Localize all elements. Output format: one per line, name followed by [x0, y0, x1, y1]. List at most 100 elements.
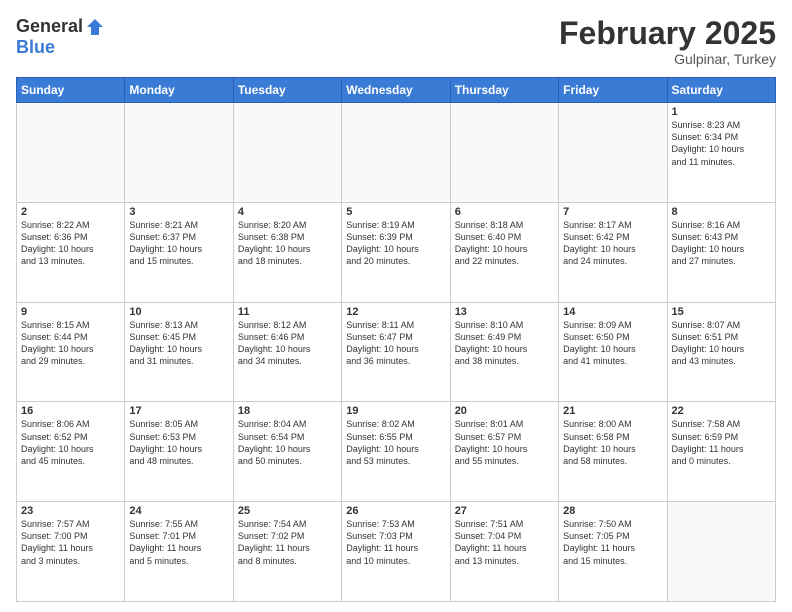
- header-friday: Friday: [559, 78, 667, 103]
- day-number: 10: [129, 306, 228, 318]
- day-info: Sunrise: 8:01 AM Sunset: 6:57 PM Dayligh…: [455, 418, 554, 467]
- calendar-cell: 12Sunrise: 8:11 AM Sunset: 6:47 PM Dayli…: [342, 302, 450, 402]
- calendar-header-row: SundayMondayTuesdayWednesdayThursdayFrid…: [17, 78, 776, 103]
- day-info: Sunrise: 8:17 AM Sunset: 6:42 PM Dayligh…: [563, 219, 662, 268]
- day-number: 25: [238, 505, 337, 517]
- day-info: Sunrise: 8:16 AM Sunset: 6:43 PM Dayligh…: [672, 219, 771, 268]
- day-info: Sunrise: 8:00 AM Sunset: 6:58 PM Dayligh…: [563, 418, 662, 467]
- calendar-cell: 1Sunrise: 8:23 AM Sunset: 6:34 PM Daylig…: [667, 103, 775, 203]
- day-number: 3: [129, 206, 228, 218]
- day-info: Sunrise: 8:07 AM Sunset: 6:51 PM Dayligh…: [672, 319, 771, 368]
- day-number: 24: [129, 505, 228, 517]
- logo-general-text: General: [16, 16, 83, 37]
- calendar-cell: 20Sunrise: 8:01 AM Sunset: 6:57 PM Dayli…: [450, 402, 558, 502]
- day-number: 8: [672, 206, 771, 218]
- day-number: 23: [21, 505, 120, 517]
- calendar-subtitle: Gulpinar, Turkey: [559, 51, 776, 67]
- calendar-cell: 17Sunrise: 8:05 AM Sunset: 6:53 PM Dayli…: [125, 402, 233, 502]
- header-wednesday: Wednesday: [342, 78, 450, 103]
- calendar-cell: [559, 103, 667, 203]
- calendar-cell: [233, 103, 341, 203]
- calendar-cell: 15Sunrise: 8:07 AM Sunset: 6:51 PM Dayli…: [667, 302, 775, 402]
- day-number: 19: [346, 405, 445, 417]
- day-info: Sunrise: 8:12 AM Sunset: 6:46 PM Dayligh…: [238, 319, 337, 368]
- day-number: 1: [672, 106, 771, 118]
- day-info: Sunrise: 8:04 AM Sunset: 6:54 PM Dayligh…: [238, 418, 337, 467]
- header-sunday: Sunday: [17, 78, 125, 103]
- day-number: 12: [346, 306, 445, 318]
- day-info: Sunrise: 8:15 AM Sunset: 6:44 PM Dayligh…: [21, 319, 120, 368]
- day-number: 7: [563, 206, 662, 218]
- calendar-cell: 23Sunrise: 7:57 AM Sunset: 7:00 PM Dayli…: [17, 502, 125, 602]
- day-number: 5: [346, 206, 445, 218]
- calendar-cell: 21Sunrise: 8:00 AM Sunset: 6:58 PM Dayli…: [559, 402, 667, 502]
- day-number: 20: [455, 405, 554, 417]
- day-info: Sunrise: 7:50 AM Sunset: 7:05 PM Dayligh…: [563, 518, 662, 567]
- page: General Blue February 2025 Gulpinar, Tur…: [0, 0, 792, 612]
- day-info: Sunrise: 8:10 AM Sunset: 6:49 PM Dayligh…: [455, 319, 554, 368]
- day-number: 22: [672, 405, 771, 417]
- calendar-cell: 11Sunrise: 8:12 AM Sunset: 6:46 PM Dayli…: [233, 302, 341, 402]
- day-info: Sunrise: 8:22 AM Sunset: 6:36 PM Dayligh…: [21, 219, 120, 268]
- calendar-cell: 9Sunrise: 8:15 AM Sunset: 6:44 PM Daylig…: [17, 302, 125, 402]
- header-thursday: Thursday: [450, 78, 558, 103]
- day-number: 2: [21, 206, 120, 218]
- calendar-cell: [450, 103, 558, 203]
- day-number: 14: [563, 306, 662, 318]
- week-row-2: 2Sunrise: 8:22 AM Sunset: 6:36 PM Daylig…: [17, 202, 776, 302]
- logo: General Blue: [16, 16, 105, 58]
- calendar-cell: 27Sunrise: 7:51 AM Sunset: 7:04 PM Dayli…: [450, 502, 558, 602]
- week-row-1: 1Sunrise: 8:23 AM Sunset: 6:34 PM Daylig…: [17, 103, 776, 203]
- day-number: 15: [672, 306, 771, 318]
- day-info: Sunrise: 7:51 AM Sunset: 7:04 PM Dayligh…: [455, 518, 554, 567]
- calendar-cell: 3Sunrise: 8:21 AM Sunset: 6:37 PM Daylig…: [125, 202, 233, 302]
- calendar-cell: [667, 502, 775, 602]
- header-monday: Monday: [125, 78, 233, 103]
- day-number: 26: [346, 505, 445, 517]
- day-info: Sunrise: 8:05 AM Sunset: 6:53 PM Dayligh…: [129, 418, 228, 467]
- calendar-cell: 2Sunrise: 8:22 AM Sunset: 6:36 PM Daylig…: [17, 202, 125, 302]
- calendar-cell: 16Sunrise: 8:06 AM Sunset: 6:52 PM Dayli…: [17, 402, 125, 502]
- calendar-cell: 24Sunrise: 7:55 AM Sunset: 7:01 PM Dayli…: [125, 502, 233, 602]
- day-number: 9: [21, 306, 120, 318]
- day-info: Sunrise: 7:58 AM Sunset: 6:59 PM Dayligh…: [672, 418, 771, 467]
- calendar-cell: 25Sunrise: 7:54 AM Sunset: 7:02 PM Dayli…: [233, 502, 341, 602]
- day-number: 4: [238, 206, 337, 218]
- day-info: Sunrise: 8:19 AM Sunset: 6:39 PM Dayligh…: [346, 219, 445, 268]
- calendar-cell: [125, 103, 233, 203]
- day-info: Sunrise: 7:53 AM Sunset: 7:03 PM Dayligh…: [346, 518, 445, 567]
- day-info: Sunrise: 7:54 AM Sunset: 7:02 PM Dayligh…: [238, 518, 337, 567]
- day-number: 17: [129, 405, 228, 417]
- calendar-title: February 2025: [559, 16, 776, 51]
- header: General Blue February 2025 Gulpinar, Tur…: [16, 16, 776, 67]
- day-info: Sunrise: 8:20 AM Sunset: 6:38 PM Dayligh…: [238, 219, 337, 268]
- day-info: Sunrise: 8:06 AM Sunset: 6:52 PM Dayligh…: [21, 418, 120, 467]
- calendar-cell: [17, 103, 125, 203]
- calendar-table: SundayMondayTuesdayWednesdayThursdayFrid…: [16, 77, 776, 602]
- calendar-cell: 18Sunrise: 8:04 AM Sunset: 6:54 PM Dayli…: [233, 402, 341, 502]
- day-info: Sunrise: 8:09 AM Sunset: 6:50 PM Dayligh…: [563, 319, 662, 368]
- calendar-cell: [342, 103, 450, 203]
- day-info: Sunrise: 7:55 AM Sunset: 7:01 PM Dayligh…: [129, 518, 228, 567]
- calendar-cell: 22Sunrise: 7:58 AM Sunset: 6:59 PM Dayli…: [667, 402, 775, 502]
- day-number: 11: [238, 306, 337, 318]
- day-info: Sunrise: 8:13 AM Sunset: 6:45 PM Dayligh…: [129, 319, 228, 368]
- header-saturday: Saturday: [667, 78, 775, 103]
- calendar-cell: 8Sunrise: 8:16 AM Sunset: 6:43 PM Daylig…: [667, 202, 775, 302]
- calendar-cell: 6Sunrise: 8:18 AM Sunset: 6:40 PM Daylig…: [450, 202, 558, 302]
- header-tuesday: Tuesday: [233, 78, 341, 103]
- day-number: 16: [21, 405, 120, 417]
- day-info: Sunrise: 8:23 AM Sunset: 6:34 PM Dayligh…: [672, 119, 771, 168]
- day-number: 18: [238, 405, 337, 417]
- calendar-cell: 28Sunrise: 7:50 AM Sunset: 7:05 PM Dayli…: [559, 502, 667, 602]
- day-info: Sunrise: 8:11 AM Sunset: 6:47 PM Dayligh…: [346, 319, 445, 368]
- day-number: 6: [455, 206, 554, 218]
- day-number: 28: [563, 505, 662, 517]
- day-info: Sunrise: 8:21 AM Sunset: 6:37 PM Dayligh…: [129, 219, 228, 268]
- calendar-cell: 10Sunrise: 8:13 AM Sunset: 6:45 PM Dayli…: [125, 302, 233, 402]
- title-block: February 2025 Gulpinar, Turkey: [559, 16, 776, 67]
- logo-icon: [85, 17, 105, 37]
- calendar-cell: 14Sunrise: 8:09 AM Sunset: 6:50 PM Dayli…: [559, 302, 667, 402]
- calendar-cell: 26Sunrise: 7:53 AM Sunset: 7:03 PM Dayli…: [342, 502, 450, 602]
- week-row-4: 16Sunrise: 8:06 AM Sunset: 6:52 PM Dayli…: [17, 402, 776, 502]
